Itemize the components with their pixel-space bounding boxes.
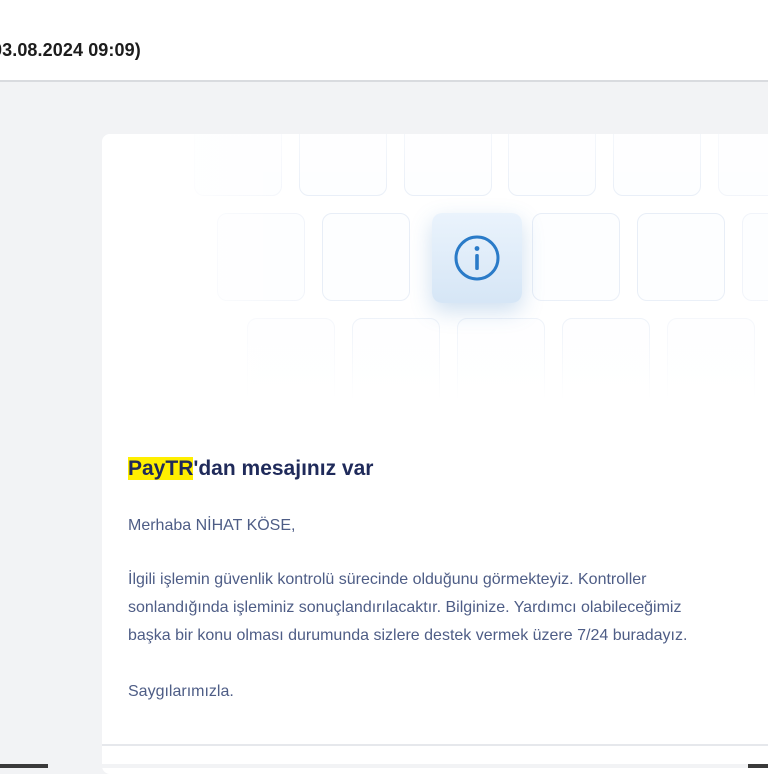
closing-text: Saygılarımızla. [128,683,234,700]
mail-body-card: PayTR'dan mesajınız var Merhaba NİHAT KÖ… [102,134,768,774]
bottom-scrollbar[interactable] [0,764,768,768]
mail-date: 03.08.2024 09:09) [0,40,141,60]
message-paragraph: İlgili işlemin güvenlik kontrolü sürecin… [128,566,687,650]
hero-tile [352,318,440,406]
paragraph-line: başka bir konu olması durumunda sizlere … [128,627,688,644]
hero-tile [194,134,282,196]
info-icon-tile [432,213,522,303]
message-title: PayTR'dan mesajınız var [128,457,373,481]
hero-tile [613,134,701,196]
hero-tile [562,318,650,406]
hero-tile [667,318,755,406]
greeting-text: Merhaba NİHAT KÖSE, [128,517,296,534]
scrollbar-track [48,764,748,768]
hero-banner [102,134,768,414]
hero-tile [404,134,492,196]
mail-header-bar: 03.08.2024 09:09) [0,0,768,82]
card-divider [102,744,768,746]
message-title-rest: 'dan mesajınız var [193,457,374,480]
hero-tile [322,213,410,301]
paragraph-line: sonlandığında işleminiz sonuçlandırılaca… [128,599,682,616]
hero-tile [299,134,387,196]
hero-tile [508,134,596,196]
hero-tile [637,213,725,301]
hero-tile [247,318,335,406]
info-circle-icon [454,235,500,281]
paragraph-line: İlgili işlemin güvenlik kontrolü sürecin… [128,571,647,588]
brand-name: PayTR [128,457,194,480]
hero-tile [532,213,620,301]
hero-tile [457,318,545,406]
hero-tile [742,213,768,301]
hero-tile [718,134,768,196]
hero-tile [217,213,305,301]
